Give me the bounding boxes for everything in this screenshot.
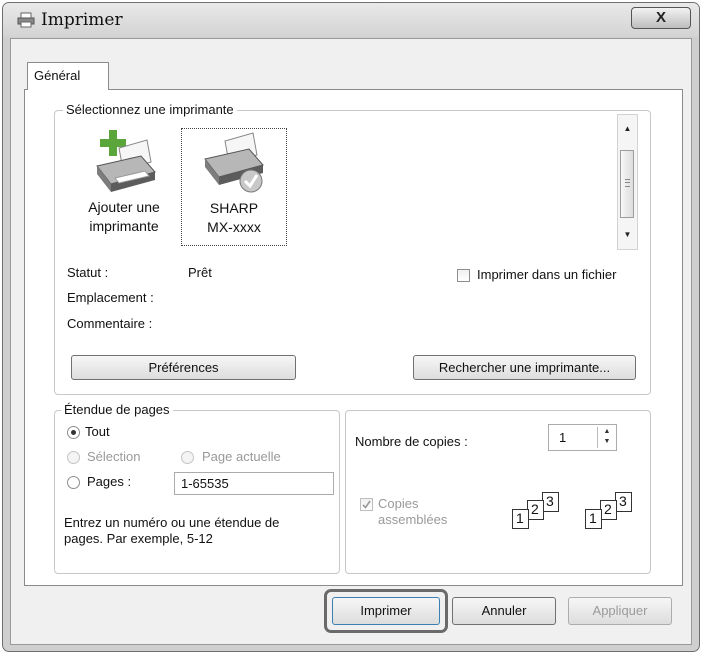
page-range-legend: Étendue de pages (61, 402, 173, 417)
selection-radio (67, 451, 80, 464)
collate-page-3: 3 (546, 493, 554, 509)
cancel-button[interactable]: Annuler (452, 597, 556, 625)
printer-selection-legend: Sélectionnez une imprimante (63, 102, 237, 117)
close-button[interactable]: X (631, 7, 691, 29)
printer-icon (17, 12, 35, 28)
collate-illustration-1: 3 2 1 (510, 492, 570, 536)
printer-list-scrollbar[interactable]: ▲ ▼ (617, 114, 638, 250)
collate-label-1: Copies (378, 496, 419, 511)
comment-label: Commentaire : (67, 316, 153, 331)
printer-name-1: SHARP (209, 200, 259, 216)
location-label: Emplacement : (67, 290, 154, 305)
page-range-help-2: pages. Par exemple, 5-12 (64, 531, 213, 546)
status-label: Statut : (67, 265, 109, 280)
spin-up-icon[interactable]: ▲ (598, 427, 616, 437)
tab-general[interactable]: Général (27, 62, 109, 90)
collate-page-2: 2 (604, 501, 612, 517)
scroll-up-icon[interactable]: ▲ (618, 119, 637, 139)
spin-down-icon[interactable]: ▼ (598, 437, 616, 447)
current-page-label: Page actuelle (202, 449, 281, 464)
printer-name-2: MX-xxxx (207, 219, 261, 235)
printer-default-icon (204, 132, 264, 193)
print-to-file-label[interactable]: Imprimer dans un fichier (477, 267, 616, 282)
copies-spinner[interactable]: ▲ ▼ (597, 427, 616, 448)
all-pages-radio[interactable] (67, 426, 80, 439)
collate-checkbox (360, 498, 373, 511)
print-to-file-checkbox[interactable] (457, 269, 470, 282)
add-printer-label-1: Ajouter une (88, 199, 160, 215)
copies-count-value: 1 (559, 430, 567, 445)
add-printer-item[interactable]: Ajouter une imprimante (72, 128, 176, 246)
all-pages-label[interactable]: Tout (85, 424, 110, 439)
selection-label: Sélection (87, 449, 141, 464)
collate-page-1: 1 (589, 510, 597, 526)
add-printer-icon (96, 130, 156, 192)
close-icon: X (655, 9, 666, 26)
print-button[interactable]: Imprimer (332, 597, 440, 625)
apply-button: Appliquer (568, 597, 672, 625)
scroll-thumb[interactable] (620, 150, 634, 218)
title-bar[interactable]: Imprimer X (3, 3, 699, 37)
printer-item-sharp[interactable]: SHARP MX-xxxx (181, 128, 287, 246)
add-printer-label-2: imprimante (89, 218, 159, 234)
copies-label: Nombre de copies : (355, 434, 468, 449)
pages-label[interactable]: Pages : (87, 474, 131, 489)
page-range-help-1: Entrez un numéro ou une étendue de (64, 515, 280, 530)
status-value: Prêt (188, 265, 212, 280)
find-printer-button[interactable]: Rechercher une imprimante... (413, 355, 636, 380)
window-title: Imprimer (41, 10, 123, 30)
collate-page-2: 2 (531, 501, 539, 517)
collate-page-3: 3 (619, 493, 627, 509)
tab-general-label: Général (34, 68, 81, 83)
scroll-down-icon[interactable]: ▼ (618, 225, 637, 245)
checkmark-icon (362, 500, 371, 509)
copies-count-input[interactable]: 1 ▲ ▼ (548, 424, 617, 451)
collate-page-1: 1 (516, 510, 524, 526)
preferences-button[interactable]: Préférences (71, 355, 296, 380)
current-page-radio (181, 451, 194, 464)
collate-illustration-2: 3 2 1 (583, 492, 643, 536)
pages-input[interactable]: 1-65535 (174, 472, 334, 495)
collate-label-2: assemblées (378, 512, 448, 527)
pages-radio[interactable] (67, 476, 80, 489)
